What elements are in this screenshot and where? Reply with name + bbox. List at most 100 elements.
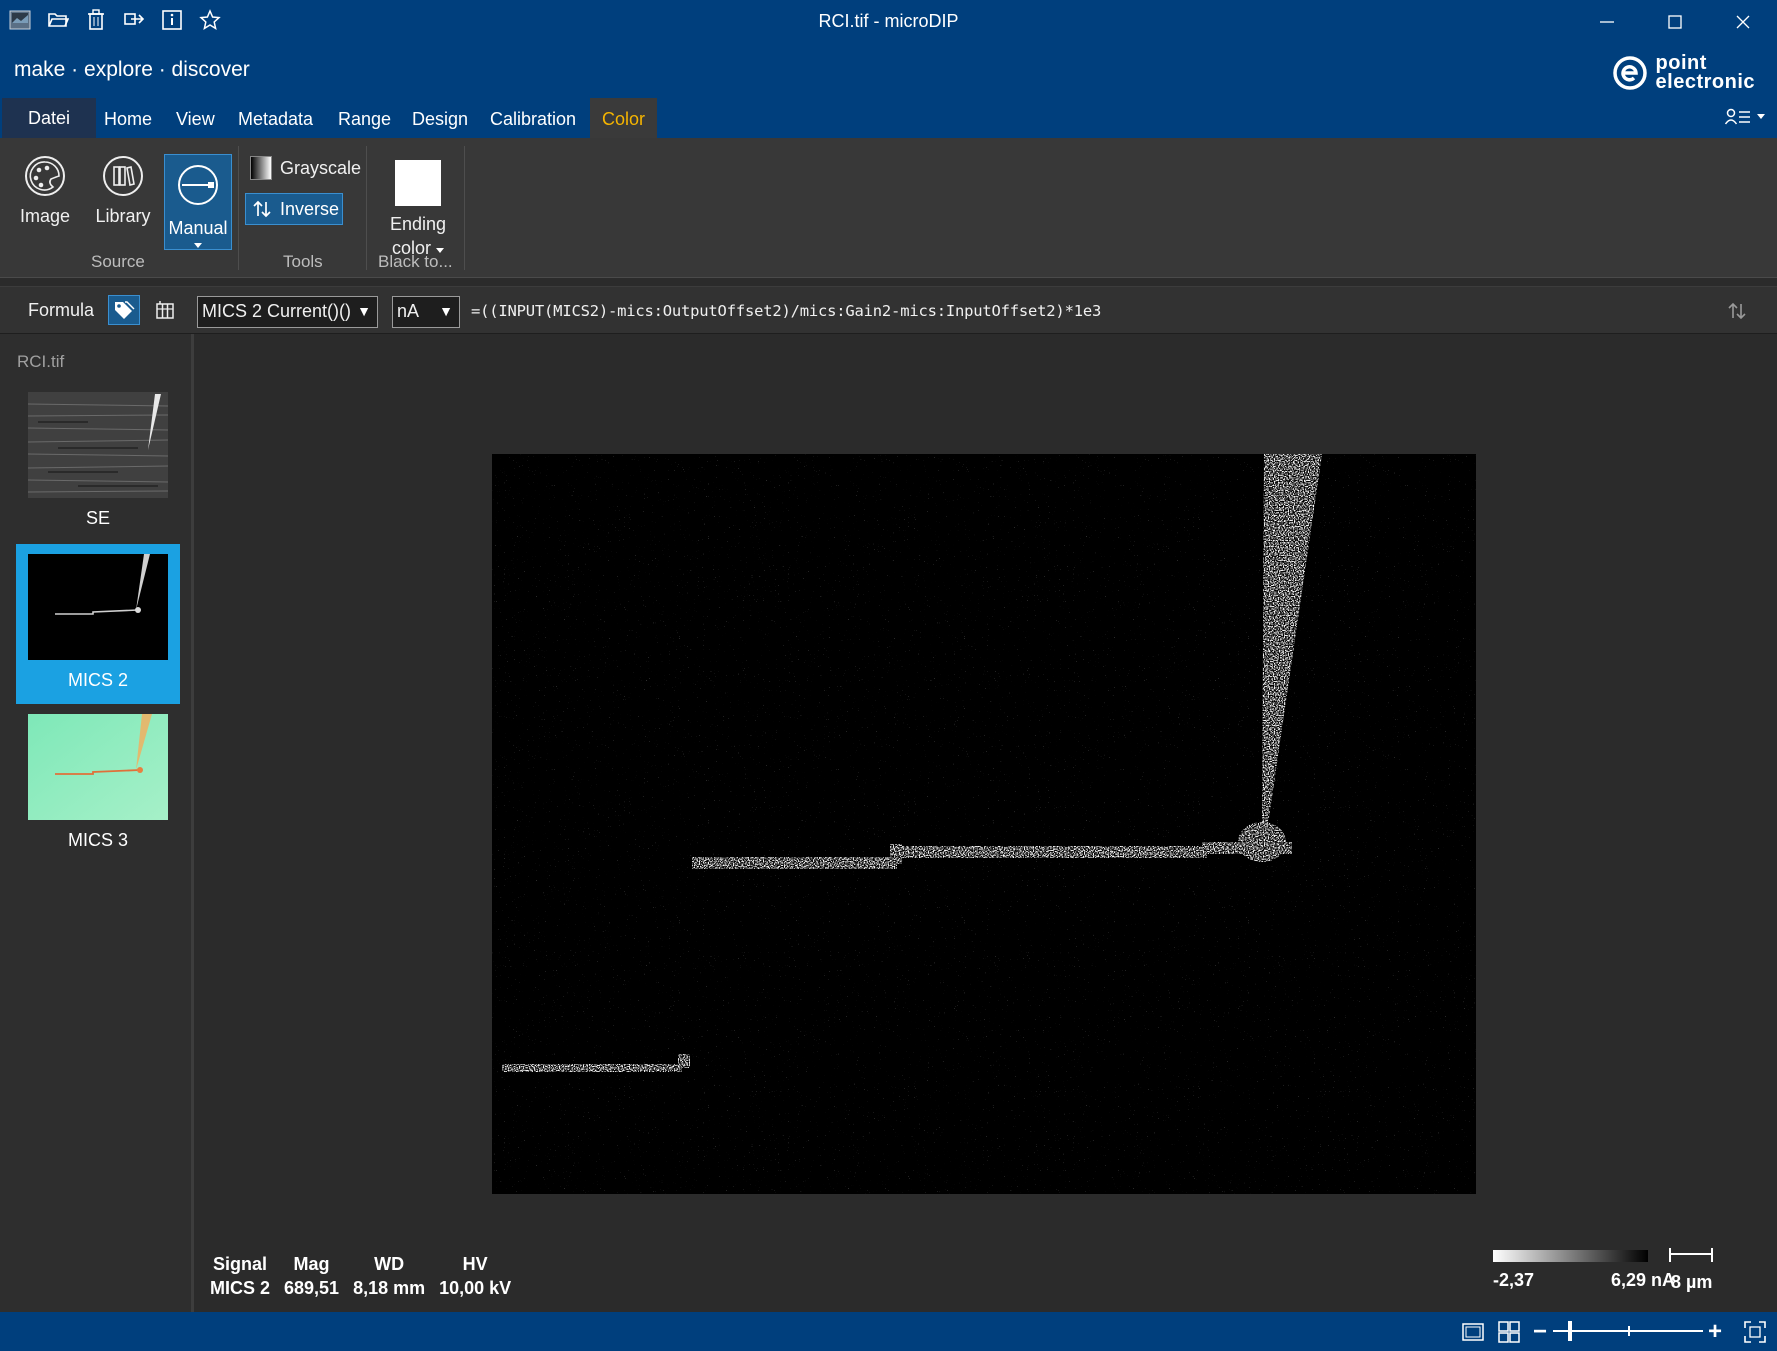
wd-info-value: 8,18 mm xyxy=(353,1278,426,1298)
mics3-thumbnail-image xyxy=(28,714,168,820)
file-name: RCI.tif xyxy=(17,352,65,371)
color-gradient-bar xyxy=(1493,1250,1648,1262)
tab-metadata[interactable]: Metadata xyxy=(226,98,325,138)
hv-info: HV 10,00 kV xyxy=(439,1252,511,1300)
se-thumbnail-image xyxy=(28,392,168,498)
sem-image[interactable] xyxy=(492,454,1476,1194)
image-viewer xyxy=(197,334,1777,1312)
formula-expression-field[interactable]: =((INPUT(MICS2)-mics:OutputOffset2)/mics… xyxy=(471,302,1101,320)
tags-icon xyxy=(115,301,135,319)
mics2-thumbnail-image xyxy=(28,554,168,660)
tab-view[interactable]: View xyxy=(164,98,227,138)
signal-select-value: MICS 2 Current()() xyxy=(202,301,352,321)
formula-bar: Formula MICS 2 Current()() ▼ nA ▼ =((INP… xyxy=(0,286,1777,334)
channel-label-se: SE xyxy=(85,508,110,528)
mag-info: Mag 689,51 xyxy=(284,1252,339,1300)
group-separator xyxy=(366,146,367,270)
manual-source-button[interactable]: Manual xyxy=(164,154,232,250)
ending-color-button[interactable]: Ending color xyxy=(378,160,458,260)
unit-select[interactable]: nA ▼ xyxy=(392,296,460,328)
status-bar: − + xyxy=(0,1312,1777,1351)
maximize-button[interactable] xyxy=(1641,0,1709,44)
columns-icon xyxy=(156,301,174,319)
group-separator xyxy=(238,146,239,270)
sort-arrows-icon xyxy=(1728,302,1746,320)
image-info-bar: Signal MICS 2 Mag 689,51 WD 8,18 mm HV 1… xyxy=(210,1252,511,1300)
zoom-in-button[interactable]: + xyxy=(1708,1318,1722,1346)
channel-thumbnail-mics2[interactable]: MICS 2 xyxy=(16,544,180,704)
tab-design[interactable]: Design xyxy=(400,98,480,138)
logo-icon xyxy=(1612,56,1647,90)
color-range-max: 6,29 nA xyxy=(1611,1270,1676,1290)
single-view-button[interactable] xyxy=(1460,1319,1486,1345)
channel-thumbnail-mics3[interactable]: MICS 3 xyxy=(16,704,180,864)
grid-view-button[interactable] xyxy=(1496,1319,1522,1345)
fit-to-window-icon xyxy=(1744,1321,1766,1343)
tags-toggle-button[interactable] xyxy=(108,295,140,325)
hv-info-header: HV xyxy=(462,1254,488,1274)
inverse-button[interactable]: Inverse xyxy=(245,193,343,225)
hv-info-value: 10,00 kV xyxy=(439,1278,512,1298)
minimize-button[interactable] xyxy=(1573,0,1641,44)
signal-info-value: MICS 2 xyxy=(210,1278,271,1298)
zoom-slider-center-tick xyxy=(1628,1326,1630,1336)
image-source-button[interactable]: Image xyxy=(12,154,78,227)
source-group-label: Source xyxy=(91,252,145,271)
title-bar: RCI.tif - microDIP xyxy=(0,0,1777,44)
scale-bar-label: 8 µm xyxy=(1671,1272,1713,1292)
sort-toggle-button[interactable] xyxy=(1725,299,1749,323)
wd-info-header: WD xyxy=(374,1254,405,1274)
zoom-slider-thumb[interactable] xyxy=(1568,1321,1572,1341)
tab-color[interactable]: Color xyxy=(590,98,658,138)
columns-button[interactable] xyxy=(150,295,180,325)
window-controls xyxy=(1573,0,1777,44)
minimize-icon xyxy=(1600,21,1614,23)
ending-color-swatch xyxy=(395,160,441,206)
mag-info-header: Mag xyxy=(293,1254,330,1274)
fit-to-window-button[interactable] xyxy=(1742,1319,1768,1345)
tab-calibration[interactable]: Calibration xyxy=(478,98,588,138)
palette-icon xyxy=(23,154,67,198)
channel-panel: RCI.tif SE MICS 2 MICS 3 xyxy=(0,334,194,1312)
library-icon xyxy=(101,154,145,198)
ending-color-label-1: Ending xyxy=(389,214,447,234)
brand-bar: make · explore · discover point electron… xyxy=(0,44,1777,98)
formula-label: Formula xyxy=(28,300,95,320)
signal-info: Signal MICS 2 xyxy=(210,1252,270,1300)
logo-text-electronic: electronic xyxy=(1655,71,1755,93)
point-electronic-logo: point electronic xyxy=(1612,53,1755,93)
channel-label-mics3: MICS 3 xyxy=(67,830,128,850)
tagline: make · explore · discover xyxy=(14,58,250,81)
single-view-icon xyxy=(1462,1323,1484,1341)
grayscale-button[interactable]: Grayscale xyxy=(250,156,361,180)
manual-gradient-icon xyxy=(176,163,220,212)
channel-thumbnail-se[interactable]: SE xyxy=(16,382,180,542)
library-source-label: Library xyxy=(95,206,151,226)
account-menu-button[interactable] xyxy=(1725,108,1765,126)
manual-source-label: Manual xyxy=(168,218,228,238)
black-to-group-label: Black to... xyxy=(378,252,453,271)
close-icon xyxy=(1736,15,1750,29)
inverse-label: Inverse xyxy=(280,198,340,219)
grayscale-icon xyxy=(250,156,272,180)
library-source-button[interactable]: Library xyxy=(90,154,156,227)
mag-info-value: 689,51 xyxy=(284,1278,340,1298)
tools-group-label: Tools xyxy=(283,252,323,271)
maximize-icon xyxy=(1668,15,1682,29)
grayscale-label: Grayscale xyxy=(280,157,362,178)
tab-range[interactable]: Range xyxy=(326,98,403,138)
tab-file[interactable]: Datei xyxy=(2,98,97,138)
color-range-min: -2,37 xyxy=(1493,1270,1535,1290)
close-button[interactable] xyxy=(1709,0,1777,44)
scale-bar xyxy=(1669,1248,1713,1262)
dropdown-arrow-icon: ▼ xyxy=(439,303,453,319)
ribbon-panel: Image Library Manual Source Grayscale In… xyxy=(0,138,1777,278)
tab-home[interactable]: Home xyxy=(92,98,164,138)
swap-arrows-icon xyxy=(253,200,271,218)
grid-view-icon xyxy=(1498,1321,1520,1343)
chevron-down-icon xyxy=(194,243,202,248)
zoom-out-button[interactable]: − xyxy=(1533,1318,1547,1346)
signal-select[interactable]: MICS 2 Current()() ▼ xyxy=(197,296,378,328)
channel-label-mics2: MICS 2 xyxy=(67,670,128,690)
dropdown-arrow-icon: ▼ xyxy=(357,303,371,319)
